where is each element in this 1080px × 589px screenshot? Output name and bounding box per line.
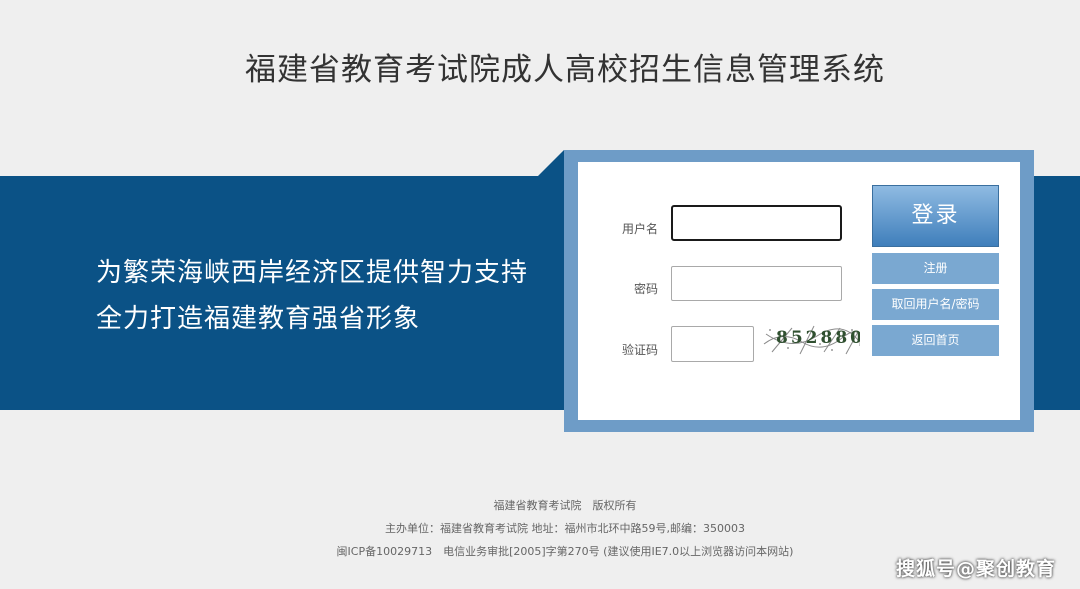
- footer-organizer: 主办单位：福建省教育考试院 地址：福州市北环中路59号,邮编：350003: [385, 522, 745, 535]
- captcha-text: 852880: [776, 328, 860, 348]
- home-button[interactable]: 返回首页: [872, 325, 999, 356]
- footer-copyright: 福建省教育考试院 版权所有: [493, 499, 637, 512]
- password-input[interactable]: [671, 266, 842, 301]
- captcha-label: 验证码: [621, 343, 658, 357]
- login-button[interactable]: 登录: [872, 185, 999, 247]
- banner-notch: [538, 150, 564, 176]
- banner-slogan-line1: 为繁荣海峡西岸经济区提供智力支持: [96, 258, 529, 288]
- username-input[interactable]: [671, 205, 842, 241]
- page-title: 福建省教育考试院成人高校招生信息管理系统: [245, 52, 885, 88]
- banner-slogan-line2: 全力打造福建教育强省形象: [96, 304, 421, 334]
- register-button[interactable]: 注册: [872, 253, 999, 284]
- password-label: 密码: [633, 282, 658, 296]
- username-label: 用户名: [621, 222, 658, 236]
- captcha-image[interactable]: 852880: [762, 324, 860, 356]
- watermark: 搜狐号@聚创教育: [895, 558, 1056, 580]
- recover-account-button[interactable]: 取回用户名/密码: [872, 289, 999, 320]
- captcha-input[interactable]: [671, 326, 754, 362]
